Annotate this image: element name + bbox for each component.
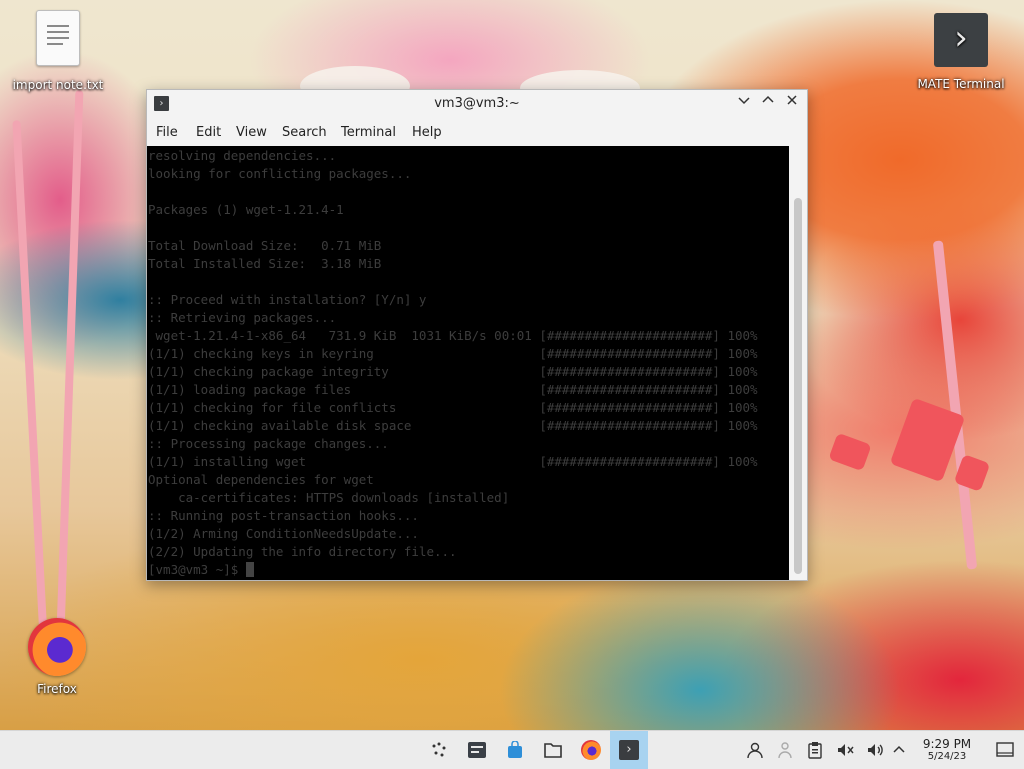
terminal-scrollbar[interactable] [789, 146, 807, 580]
menu-file[interactable]: File [156, 122, 178, 144]
clock[interactable]: 9:29 PM 5/24/23 [916, 737, 978, 763]
terminal-line: Total Download Size: 0.71 MiB [148, 238, 382, 253]
app-launcher-icon [432, 742, 446, 757]
wallpaper-rock [828, 432, 872, 472]
scrollbar-thumb[interactable] [794, 198, 802, 574]
terminal-prompt-text: [vm3@vm3 ~]$ [148, 562, 246, 577]
file-manager-button[interactable] [534, 731, 572, 769]
firefox-icon [581, 740, 601, 760]
maximize-button[interactable] [759, 94, 777, 112]
terminal-line: Packages (1) wget-1.21.4-1 [148, 202, 344, 217]
wallpaper-tree-trunk [56, 90, 84, 630]
terminal-line: resolving dependencies... [148, 148, 337, 163]
terminal-taskbar-button[interactable]: › [610, 731, 648, 769]
menu-edit[interactable]: Edit [196, 122, 221, 144]
firefox-icon [28, 618, 86, 676]
text-file-icon [36, 10, 80, 66]
software-store-icon [508, 741, 522, 758]
terminal-line: Optional dependencies for wget [148, 472, 374, 487]
terminal-prompt: [vm3@vm3 ~]$ [148, 561, 758, 579]
terminal-line: :: Processing package changes... [148, 436, 389, 451]
volume-icon [868, 744, 883, 756]
clipboard-icon [808, 742, 822, 759]
desktop-icon-firefox[interactable]: Firefox [20, 618, 94, 696]
software-store-button[interactable] [496, 731, 534, 769]
desktop-icon-label: Firefox [37, 682, 77, 696]
menu-search[interactable]: Search [282, 122, 327, 144]
window-titlebar[interactable]: › vm3@vm3:~ [147, 90, 807, 116]
terminal-line: (1/1) checking for file conflicts [#####… [148, 400, 758, 415]
close-button[interactable] [783, 94, 801, 112]
desktop-icon-label: MATE Terminal [917, 77, 1005, 91]
chevron-up-icon [893, 745, 905, 753]
terminal-line: looking for conflicting packages... [148, 166, 412, 181]
terminal-line: (1/2) Arming ConditionNeedsUpdate... [148, 526, 419, 541]
terminal-line: :: Running post-transaction hooks... [148, 508, 419, 523]
app-launcher-button[interactable] [420, 731, 458, 769]
terminal-cursor [245, 562, 254, 577]
clock-time: 9:29 PM [922, 737, 972, 751]
chevron-down-icon [738, 97, 750, 105]
terminal-line: :: Proceed with installation? [Y/n] y [148, 292, 427, 307]
terminal-line: (1/1) checking available disk space [###… [148, 418, 758, 433]
menu-view[interactable]: View [236, 122, 267, 144]
desktop-icon-label: import note.txt [12, 78, 104, 92]
terminal-output[interactable]: resolving dependencies... looking for con… [147, 146, 789, 580]
tray-expand-button[interactable] [884, 731, 914, 769]
desktop-icon-import-note[interactable]: import note.txt [8, 10, 108, 92]
terminal-line: Total Installed Size: 3.18 MiB [148, 256, 382, 271]
terminal-window[interactable]: › vm3@vm3:~ File Edit View Search Termin… [146, 89, 808, 581]
terminal-line: (1/1) installing wget [#################… [148, 454, 758, 469]
taskbar: › 9:29 PM 5/24/23 [0, 730, 1024, 769]
menu-terminal[interactable]: Terminal [341, 122, 396, 144]
wallpaper-tree-trunk [12, 120, 48, 640]
window-title: vm3@vm3:~ [434, 96, 520, 111]
chevron-up-icon [762, 95, 774, 103]
terminal-icon: › [934, 13, 988, 67]
terminal-text: resolving dependencies... looking for con… [148, 147, 758, 579]
network-icon [778, 742, 792, 759]
show-desktop-icon [996, 742, 1014, 757]
desktop-icon-mate-terminal[interactable]: › MATE Terminal [908, 13, 1014, 91]
terminal-line: (1/1) checking package integrity [######… [148, 364, 758, 379]
system-settings-button[interactable] [458, 731, 496, 769]
menu-help[interactable]: Help [412, 122, 442, 144]
clock-date: 5/24/23 [927, 751, 967, 762]
wallpaper-tree-trunk [932, 240, 978, 570]
firefox-taskbar-button[interactable] [572, 731, 610, 769]
terminal-line: wget-1.21.4-1-x86_64 731.9 KiB 1031 KiB/… [148, 328, 758, 343]
show-desktop-button[interactable] [986, 731, 1024, 769]
terminal-line: (2/2) Updating the info directory file..… [148, 544, 457, 559]
close-icon [787, 95, 797, 105]
terminal-line: :: Retrieving packages... [148, 310, 337, 325]
minimize-button[interactable] [735, 94, 753, 112]
mute-icon [838, 744, 854, 756]
terminal-icon: › [619, 740, 639, 760]
terminal-line: (1/1) loading package files [###########… [148, 382, 758, 397]
user-icon [747, 742, 763, 759]
system-settings-icon [468, 742, 486, 758]
terminal-line: (1/1) checking keys in keyring [########… [148, 346, 758, 361]
terminal-line: ca-certificates: HTTPS downloads [instal… [148, 490, 510, 505]
file-manager-icon [544, 743, 562, 758]
